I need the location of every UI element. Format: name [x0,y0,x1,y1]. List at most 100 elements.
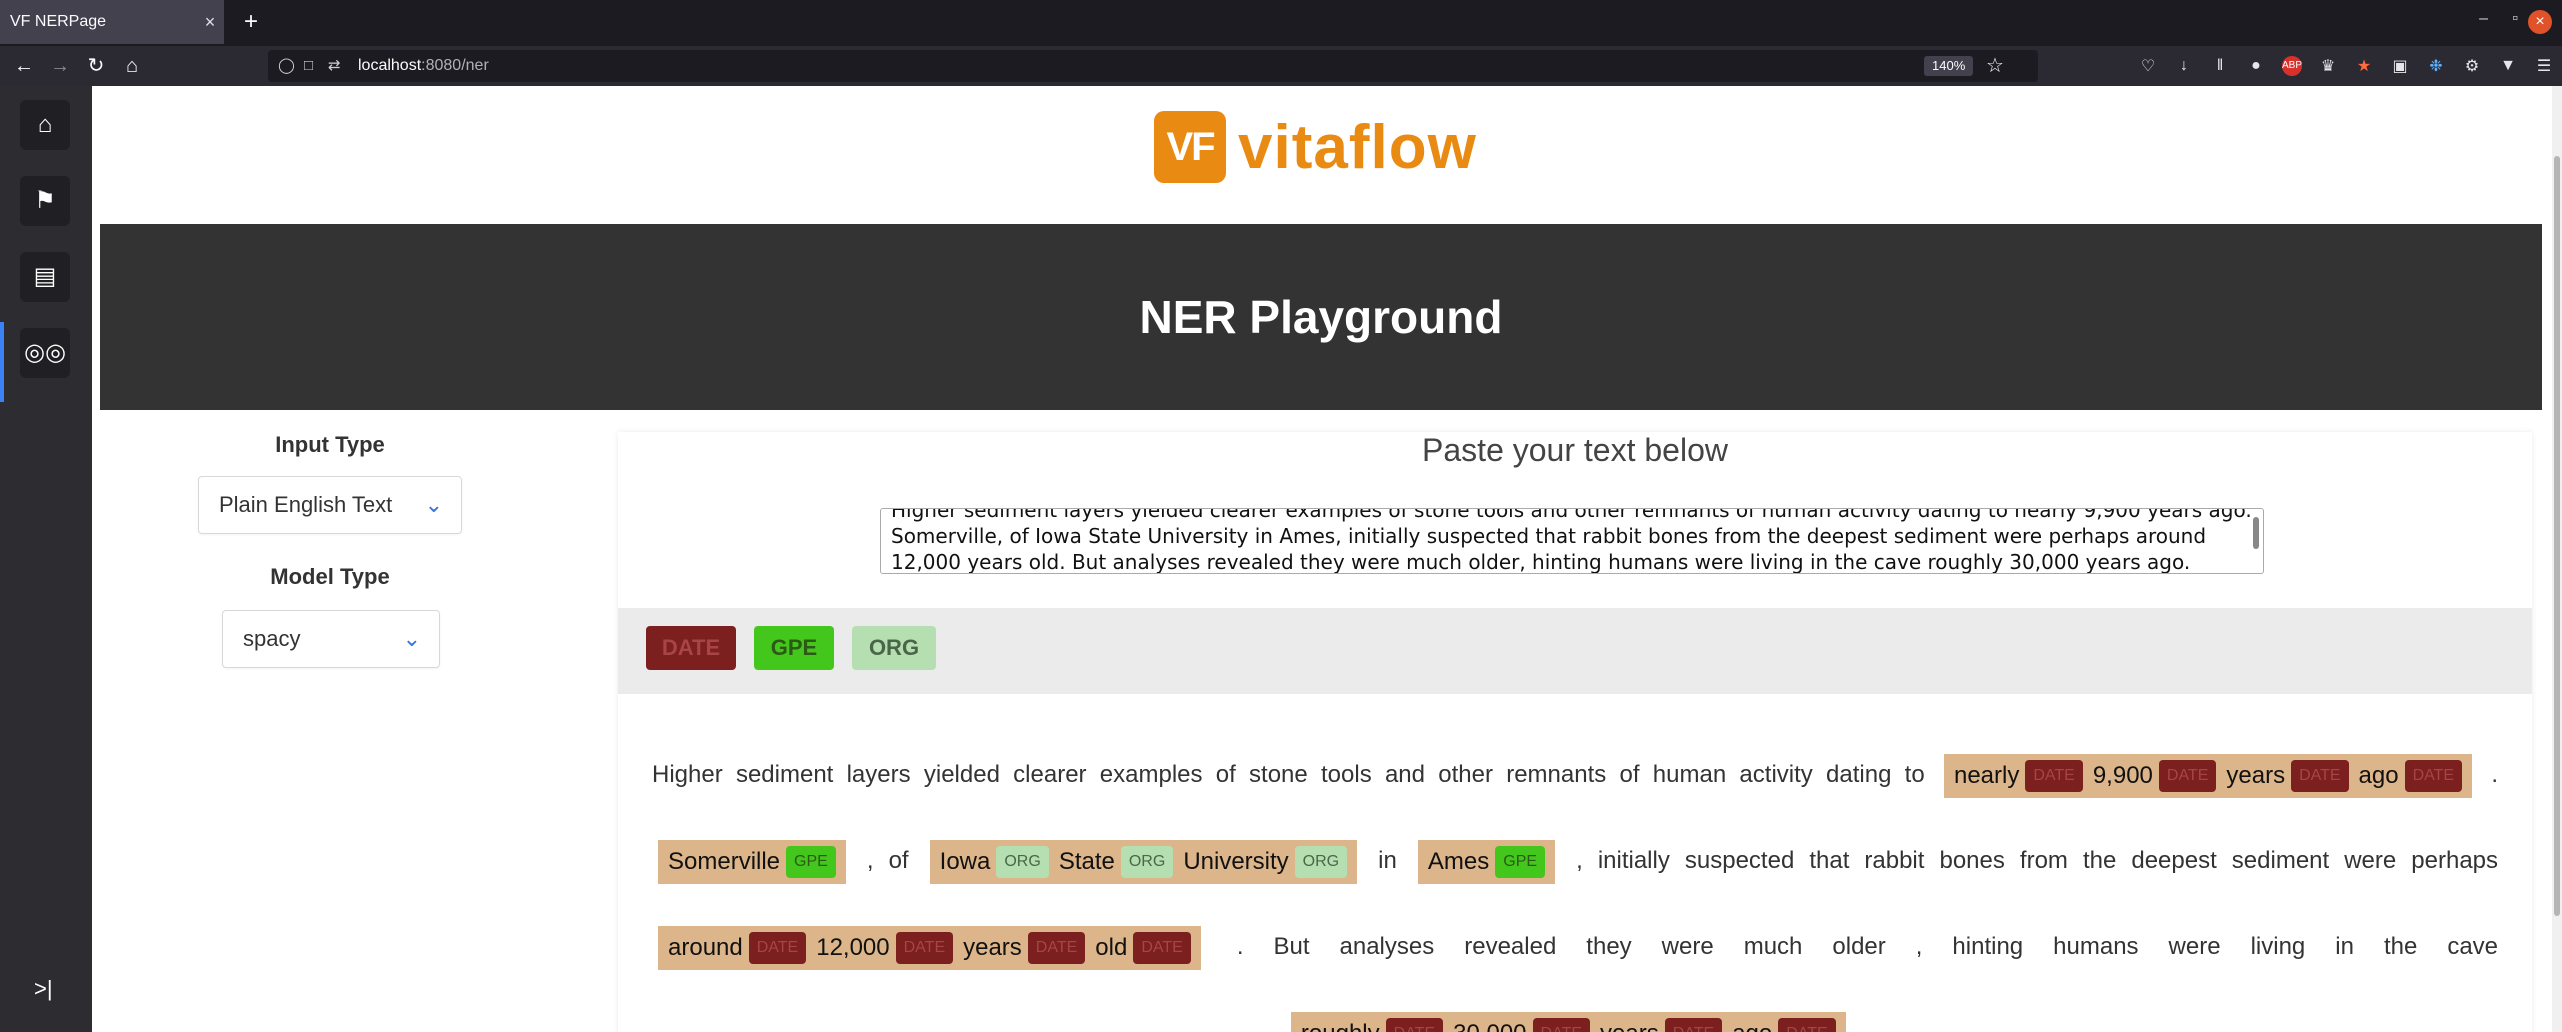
legend-gpe[interactable]: GPE [754,626,834,670]
home-icon[interactable]: ⌂ [116,46,148,86]
entity-label: DATE [748,932,807,965]
textarea-line-1: Higher sediment layers yielded clearer e… [891,508,2252,522]
extension-gear-icon[interactable]: ❉ [2418,56,2454,76]
text-input-area[interactable]: Higher sediment layers yielded clearer e… [880,508,2264,574]
entity-token: 30,000 [1453,1020,1526,1032]
tab-title: VF NERPage [10,13,107,30]
entity-token: University [1183,847,1289,875]
permissions-icon[interactable]: ⇄ [328,50,341,82]
maximize-window-button[interactable]: ▫ [2512,10,2518,28]
home-icon[interactable]: ⌂ [20,100,70,150]
entity-span[interactable]: roughly DATE 30,000 DATE years DATE ago DATE [1290,1011,1846,1032]
model-type-select[interactable]: spacy ⌄ [222,610,440,668]
logo-text: vitaflow [1238,112,1477,182]
plain-text: . [2491,761,2499,788]
textarea-scrollbar[interactable] [2253,517,2259,549]
shield-icon[interactable]: ◯ [278,50,295,82]
extension-toolbar: ♡ ↓ ‖ ● ABP ♛ ★ ▣ ❉ ⚙ ▼ ☰ [2130,46,2562,86]
browser-tab[interactable]: VF NERPage × [0,0,224,44]
entity-span[interactable]: Ames GPE [1417,839,1556,884]
chevron-down-icon: ⌄ [402,626,421,651]
entity-label: DATE [1133,932,1191,965]
title-banner: NER Playground [100,224,2542,410]
address-bar[interactable]: ◯ □ ⇄ localhost:8080/ner 140% ☆ [268,50,2038,82]
entity-label: DATE [2291,760,2349,793]
entity-label: DATE [1664,1018,1723,1032]
entity-token: old [1095,933,1128,961]
entity-token: nearly [1953,761,2020,789]
entity-token: ago [2358,761,2399,789]
entity-token: years [1600,1020,1659,1032]
extension-m-icon[interactable]: ● [2238,57,2274,75]
entity-legend: DATE GPE ORG [618,608,2532,694]
adblock-icon[interactable]: ABP [2282,56,2302,76]
flag-icon[interactable]: ⚑ [20,176,70,226]
model-type-label: Model Type [270,564,390,589]
page: VF vitaflow NER Playground Input Type Pl… [92,86,2552,1032]
entity-span[interactable]: Iowa ORG State ORG University ORG [929,839,1358,884]
zoom-level-badge[interactable]: 140% [1924,56,1974,76]
entity-token: ago [1732,1020,1772,1032]
entity-span[interactable]: around DATE 12,000 DATE years DATE old DATE [658,925,1201,970]
input-type-select[interactable]: Plain English Text ⌄ [198,476,462,534]
new-tab-button[interactable]: + [236,8,266,38]
logo-mark: VF [1154,111,1226,183]
page-title: NER Playground [1139,291,1503,343]
entity-label: DATE [2404,760,2463,793]
plain-text: . But analyses revealed they were much o… [1236,933,2499,960]
url-path: :8080/ner [421,57,489,74]
url-text[interactable]: localhost:8080/ner [358,50,489,82]
entity-token: years [2226,761,2286,789]
entity-span[interactable]: Somerville GPE [658,839,846,884]
vitaflow-logo: VF vitaflow [1154,108,1477,186]
entity-label: DATE [2025,760,2083,793]
collapse-sidebar-icon[interactable]: >| [34,976,53,1002]
downloads-icon[interactable]: ↓ [2166,57,2202,75]
entity-label: DATE [1532,1018,1591,1032]
back-icon[interactable]: ← [8,46,40,86]
close-window-button[interactable]: × [2528,10,2552,34]
page-info-icon[interactable]: □ [304,50,313,82]
forward-icon[interactable]: → [44,46,76,86]
app-sidebar: ⌂ ⚑ ▤ ◎◎ >| [0,86,92,1032]
annotated-text: Higher sediment layers yielded clearer e… [652,732,2498,1032]
reload-icon[interactable]: ↻ [80,46,112,86]
extension-fox-icon[interactable]: ★ [2346,56,2382,76]
paste-heading: Paste your text below [1422,432,1728,468]
pocket-icon[interactable]: ♡ [2130,56,2166,76]
library-icon[interactable]: ‖ [2202,57,2238,75]
input-type-value: Plain English Text [219,492,393,517]
extension-settings-icon[interactable]: ⚙ [2454,56,2490,76]
bookmark-star-icon[interactable]: ☆ [1986,50,2004,82]
entity-token: Somerville [668,847,781,875]
model-type-value: spacy [243,626,301,651]
extension-puzzle-icon[interactable]: ♛ [2310,56,2346,76]
minimize-window-button[interactable]: – [2479,10,2488,28]
entity-label: DATE [1778,1018,1836,1032]
entity-label: DATE [895,932,954,965]
entity-span[interactable]: nearly DATE 9,900 DATE years DATE ago DATE [1943,753,2473,798]
entity-label: ORG [1294,846,1348,879]
menu-icon[interactable]: ☰ [2526,56,2562,76]
page-scrollbar[interactable] [2552,86,2562,1032]
url-host: localhost [358,57,422,74]
browser-tab-strip: VF NERPage × + – ▫ × [0,0,2562,46]
glasses-icon[interactable]: ◎◎ [20,328,70,378]
entity-token: State [1058,847,1115,875]
document-icon[interactable]: ▤ [20,252,70,302]
textarea-line-3: 12,000 years old. But analyses revealed … [891,550,2191,574]
legend-date[interactable]: DATE [646,626,736,670]
active-indicator [0,322,4,402]
close-tab-icon[interactable]: × [196,12,224,33]
entity-token: 9,900 [2092,761,2153,789]
browser-toolbar: ← → ↻ ⌂ ◯ □ ⇄ localhost:8080/ner 140% ☆ … [0,46,2562,86]
entity-token: roughly [1301,1020,1380,1032]
extension-doc-icon[interactable]: ▣ [2382,56,2418,76]
entity-token: years [963,933,1022,961]
legend-org[interactable]: ORG [852,626,936,670]
extension-v-icon[interactable]: ▼ [2490,57,2526,75]
entity-token: Iowa [939,847,991,875]
scrollbar-thumb[interactable] [2554,156,2560,916]
plain-text: . [1858,1019,1865,1032]
entity-label: ORG [996,846,1049,879]
